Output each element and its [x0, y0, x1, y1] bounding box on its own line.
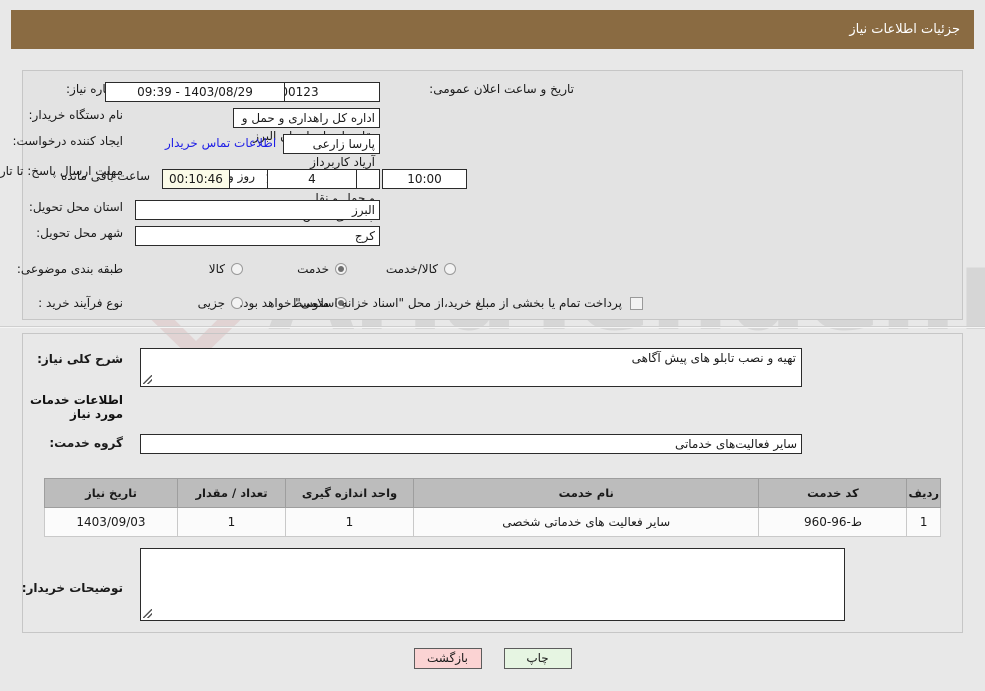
need-info-panel — [22, 70, 963, 320]
field-category-label: طبقه بندی موضوعی: — [16, 262, 123, 276]
field-province-label: استان محل تحویل: — [28, 200, 123, 214]
buyer-contact-link[interactable]: اطلاعات تماس خریدار — [165, 136, 276, 150]
remaining-time-value: 00:10:46 — [162, 169, 230, 189]
print-button[interactable]: چاپ — [503, 648, 572, 669]
field-summary-label: شرح کلی نیاز: — [37, 352, 123, 366]
radio-icon[interactable] — [231, 263, 243, 275]
field-buyer-notes-label: توضیحات خریدار: — [21, 581, 123, 595]
field-buyer-org-label: نام دستگاه خریدار: — [28, 108, 124, 122]
service-group-value: سایر فعالیت‌های خدماتی — [140, 434, 802, 454]
treasury-note-group[interactable]: پرداخت تمام یا بخشی از مبلغ خرید،از محل … — [239, 296, 643, 310]
cell-qty: 1 — [177, 507, 286, 537]
radio-icon-selected[interactable] — [335, 263, 347, 275]
field-requester-label: ایجاد کننده درخواست: — [12, 134, 123, 148]
summary-textarea[interactable]: تهیه و نصب تابلو های پیش آگاهی — [140, 348, 802, 387]
remaining-days-value: 4 — [267, 169, 357, 189]
services-heading: اطلاعات خدمات مورد نیاز — [29, 393, 123, 421]
th-name: نام خدمت — [412, 478, 760, 508]
page-title: جزئیات اطلاعات نیاز — [849, 22, 960, 37]
announce-datetime-value: 1403/08/29 - 09:39 — [105, 82, 285, 102]
buyer-org-value: اداره کل راهداری و حمل و نقل جاده ای است… — [233, 108, 380, 143]
buyer-notes-textarea[interactable] — [140, 548, 845, 621]
cell-unit: 1 — [285, 507, 414, 537]
section-divider — [0, 326, 985, 328]
radio-category-kala[interactable]: کالا — [209, 262, 243, 276]
th-date: تاریخ نیاز — [44, 478, 178, 508]
back-button[interactable]: بازگشت — [413, 648, 482, 669]
th-unit: واحد اندازه گیری — [285, 478, 414, 508]
th-code: کد خدمت — [758, 478, 908, 508]
services-table: ردیف کد خدمت نام خدمت واحد اندازه گیری ت… — [44, 478, 941, 537]
radio-process-jozei[interactable]: جزیی — [198, 296, 243, 310]
treasury-checkbox[interactable] — [630, 296, 643, 310]
remaining-time-label: ساعت باقی مانده — [60, 169, 150, 183]
province-value: البرز — [135, 200, 380, 220]
summary-value: تهیه و نصب تابلو های پیش آگاهی — [631, 351, 796, 365]
field-city-label: شهر محل تحویل: — [36, 226, 123, 240]
footer-actions: بازگشت چاپ — [0, 648, 985, 669]
th-qty: تعداد / مقدار — [177, 478, 286, 508]
radio-icon[interactable] — [444, 263, 456, 275]
cell-code: ط-96-960 — [758, 507, 908, 537]
city-value: کرج — [135, 226, 380, 246]
radio-category-khedmat[interactable]: خدمت — [297, 262, 347, 276]
page-header: جزئیات اطلاعات نیاز — [11, 10, 974, 49]
radio-category-kala-khedmat[interactable]: کالا/خدمت — [386, 262, 456, 276]
remaining-days-label: روز و — [228, 169, 255, 183]
requester-value: پارسا زارعی آریاد کاربرداز اداره کل راهد… — [283, 134, 380, 241]
field-process-label: نوع فرآیند خرید : — [38, 296, 123, 310]
cell-name: سایر فعالیت های خدماتی شخصی — [412, 507, 760, 537]
cell-row: 1 — [906, 507, 941, 537]
cell-date: 1403/09/03 — [44, 507, 178, 537]
field-announce-datetime-label: تاریخ و ساعت اعلان عمومی: — [429, 82, 574, 96]
field-service-group-label: گروه خدمت: — [49, 436, 123, 450]
th-row: ردیف — [906, 478, 941, 508]
table-header-row: ردیف کد خدمت نام خدمت واحد اندازه گیری ت… — [44, 478, 941, 508]
table-row: 1 ط-96-960 سایر فعالیت های خدماتی شخصی 1… — [44, 507, 941, 537]
deadline-hour-value: 10:00 — [382, 169, 467, 189]
